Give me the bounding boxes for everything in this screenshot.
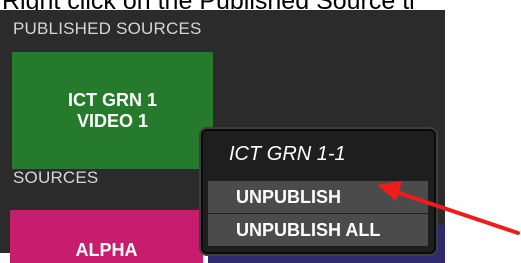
published-sources-heading: PUBLISHED SOURCES [13,19,202,38]
sources-heading: SOURCES [13,168,99,187]
sources-panel: PUBLISHED SOURCES ICT GRN 1 VIDEO 1 SOUR… [0,10,445,263]
tile-label: ALPHA [75,240,138,260]
tile-label: ICT GRN 1 VIDEO 1 [67,89,157,131]
unpublish-all-menu-item[interactable]: UNPUBLISH ALL [208,214,428,246]
context-menu: ICT GRN 1-1 UNPUBLISH UNPUBLISH ALL [201,129,436,254]
unpublish-menu-item[interactable]: UNPUBLISH [208,181,428,213]
source-tile-alpha[interactable]: ALPHA [10,210,203,263]
published-source-tile-ict-grn-1[interactable]: ICT GRN 1 VIDEO 1 [12,52,213,169]
context-menu-title: ICT GRN 1-1 [229,143,346,165]
